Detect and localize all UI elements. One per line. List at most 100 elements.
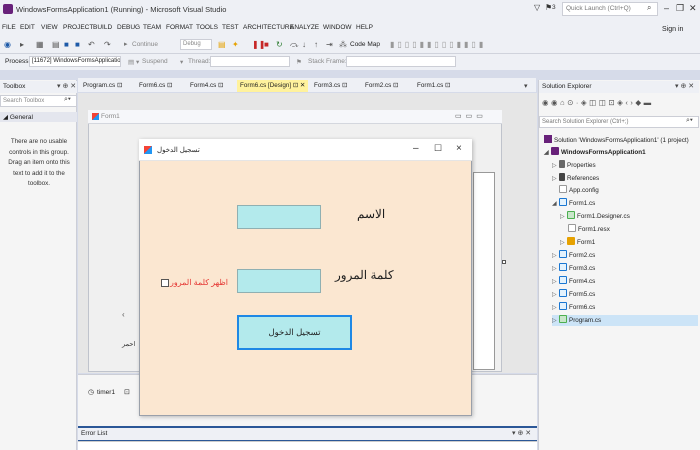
tab-form4-cs[interactable]: Form4.cs ⊡: [187, 80, 226, 92]
step-over-icon[interactable]: ⤼: [290, 40, 299, 50]
expanded-caret-icon[interactable]: ◢: [552, 199, 559, 210]
timer1-component[interactable]: timer1: [97, 389, 115, 396]
lifecycle-icon[interactable]: ▤ ▾: [128, 58, 139, 66]
tab-pin-icon[interactable]: ⊡ ✕: [293, 82, 305, 89]
process-combo[interactable]: [11672] WindowsFormsApplicatio: [29, 56, 121, 67]
open-file-icon[interactable]: ▤: [52, 40, 60, 49]
minimize-button[interactable]: –: [664, 3, 669, 13]
tree-properties[interactable]: ▷ Properties: [552, 160, 596, 171]
tree-form6-cs[interactable]: ▷ Form6.cs: [552, 302, 595, 313]
expanded-caret-icon[interactable]: ◢: [544, 148, 551, 159]
collapsed-caret-icon[interactable]: ▷: [560, 212, 567, 223]
restart-icon[interactable]: ↻: [276, 40, 283, 49]
menu-debug[interactable]: DEBUG: [117, 24, 140, 31]
layout-tools-icon[interactable]: ▮▯▯▯▮▮▯▯▯▮▮▯▮: [390, 40, 486, 49]
tree-form4-cs[interactable]: ▷ Form4.cs: [552, 276, 595, 287]
tab-program-cs[interactable]: Program.cs ⊡: [80, 80, 125, 92]
redo-icon[interactable]: ↷: [104, 40, 111, 49]
solution-explorer-search-input[interactable]: Search Solution Explorer (Ctrl+;): [539, 116, 699, 128]
restore-button[interactable]: ❐: [676, 3, 684, 14]
menu-window[interactable]: WINDOW: [323, 24, 352, 31]
lightbulb-icon[interactable]: ✦: [232, 40, 239, 49]
solution-explorer-search-icon[interactable]: ⌕▾: [686, 117, 693, 125]
stop-debugging-icon[interactable]: ■: [264, 40, 269, 49]
continue-play-icon[interactable]: ▸: [124, 40, 128, 48]
menu-project[interactable]: PROJECT: [63, 24, 93, 31]
step-into-icon[interactable]: ↓: [302, 40, 306, 49]
name-input[interactable]: [237, 205, 321, 229]
tree-form1-designer-cs[interactable]: ▷ Form1.Designer.cs: [560, 211, 630, 222]
thread-filter-icon[interactable]: ▾: [180, 58, 183, 66]
find-icon[interactable]: ▤: [218, 40, 226, 49]
forward-icon[interactable]: ▸: [20, 40, 24, 49]
tree-app-config[interactable]: App.config: [559, 185, 599, 196]
designer-panel[interactable]: [473, 172, 495, 370]
tree-form1-cs[interactable]: ◢ Form1.cs: [552, 198, 595, 209]
resize-handle[interactable]: [502, 260, 506, 264]
toolbox-search-icon[interactable]: ⌕▾: [64, 96, 71, 104]
tab-close-icon[interactable]: ⊡: [218, 82, 223, 89]
component-icon[interactable]: ⊡: [124, 388, 130, 396]
tree-program-cs[interactable]: ▷ Program.cs: [552, 315, 698, 326]
tab-form3-cs[interactable]: Form3.cs ⊡: [311, 80, 350, 92]
tab-form6-design[interactable]: Form6.cs [Design] ⊡ ✕: [237, 80, 309, 92]
dialog-close-button[interactable]: ×: [456, 143, 462, 154]
show-next-statement-icon[interactable]: ⇥: [326, 40, 333, 49]
tab-close-icon[interactable]: ⊡: [393, 82, 398, 89]
menu-team[interactable]: TEAM: [143, 24, 161, 31]
tab-close-icon[interactable]: ⊡: [117, 82, 122, 89]
collapsed-caret-icon[interactable]: ▷: [552, 264, 559, 275]
menu-view[interactable]: VIEW: [41, 24, 58, 31]
tab-form2-cs[interactable]: Form2.cs ⊡: [362, 80, 401, 92]
menu-architecture[interactable]: ARCHITECTURE: [243, 24, 294, 31]
error-list-controls-icon[interactable]: ▾ ⊕ ✕: [512, 429, 531, 437]
save-all-icon[interactable]: ■: [75, 40, 80, 49]
quick-launch-input[interactable]: Quick Launch (Ctrl+Q): [562, 2, 658, 16]
suspend-button[interactable]: Suspend: [142, 58, 168, 65]
tree-solution[interactable]: Solution 'WindowsFormsApplication1' (1 p…: [544, 135, 689, 146]
dialog-minimize-button[interactable]: –: [413, 143, 419, 154]
tree-form1-class[interactable]: ▷ Form1: [560, 237, 595, 248]
solution-explorer-toolbar-icons[interactable]: ◉◉⌂⊙·◈◫◫⊡◈‹›◆▬: [542, 98, 654, 107]
collapsed-caret-icon[interactable]: ▷: [552, 316, 559, 327]
collapsed-caret-icon[interactable]: ▷: [552, 290, 559, 301]
collapsed-caret-icon[interactable]: ▷: [552, 303, 559, 314]
tree-form5-cs[interactable]: ▷ Form5.cs: [552, 289, 595, 300]
feedback-icon[interactable]: ▽: [534, 3, 540, 12]
step-out-icon[interactable]: ↑: [314, 40, 318, 49]
undo-icon[interactable]: ↶: [88, 40, 95, 49]
menu-tools[interactable]: TOOLS: [196, 24, 218, 31]
tab-overflow-icon[interactable]: ▾: [524, 82, 528, 90]
collapsed-caret-icon[interactable]: ▷: [552, 251, 559, 262]
toolbox-empty-message[interactable]: There are no usable controls in this gro…: [4, 137, 74, 190]
dialog-maximize-button[interactable]: ☐: [434, 143, 442, 154]
login-button[interactable]: تسجيل الدخول: [237, 315, 352, 350]
menu-help[interactable]: HELP: [356, 24, 373, 31]
tab-close-icon[interactable]: ⊡: [167, 82, 172, 89]
menu-analyze[interactable]: ANALYZE: [290, 24, 319, 31]
flag-icon[interactable]: ⚑: [296, 58, 302, 66]
show-password-label[interactable]: اظهر كلمة المرور: [170, 278, 228, 287]
collapsed-caret-icon[interactable]: ▷: [560, 238, 567, 249]
tab-form6-cs[interactable]: Form6.cs ⊡: [136, 80, 175, 92]
tab-form1-cs[interactable]: Form1.cs ⊡: [414, 80, 453, 92]
new-project-icon[interactable]: ▦: [36, 40, 44, 49]
menu-format[interactable]: FORMAT: [166, 24, 193, 31]
tree-form1-resx[interactable]: Form1.resx: [568, 224, 610, 235]
password-input[interactable]: [237, 269, 321, 293]
menu-build[interactable]: BUILD: [93, 24, 112, 31]
menu-test[interactable]: TEST: [222, 24, 239, 31]
save-icon[interactable]: ■: [64, 40, 69, 49]
toolbox-pin-icon[interactable]: ▾ ⊕ ✕: [57, 82, 76, 90]
sign-in-link[interactable]: Sign in: [662, 26, 683, 33]
close-button[interactable]: ✕: [689, 3, 697, 14]
tree-project[interactable]: ◢ WindowsFormsApplication1: [544, 147, 646, 158]
toolbox-section-general[interactable]: ◢ General: [0, 112, 77, 122]
back-icon[interactable]: ◉: [4, 40, 11, 49]
tree-references[interactable]: ▷ References: [552, 173, 599, 184]
tab-close-icon[interactable]: ⊡: [445, 82, 450, 89]
collapsed-caret-icon[interactable]: ▷: [552, 161, 559, 172]
tree-form3-cs[interactable]: ▷ Form3.cs: [552, 263, 595, 274]
continue-button[interactable]: Continue: [132, 41, 158, 48]
tab-close-icon[interactable]: ⊡: [342, 82, 347, 89]
